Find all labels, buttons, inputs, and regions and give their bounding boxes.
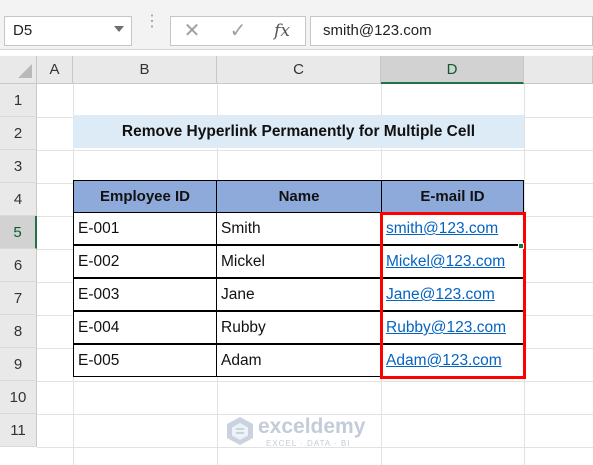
row-header-6[interactable]: 6 (0, 249, 37, 282)
column-header-d[interactable]: D (381, 56, 524, 84)
cell-name[interactable]: Mickel (216, 245, 382, 278)
column-header-a[interactable]: A (37, 56, 73, 84)
row-header-3[interactable]: 3 (0, 150, 37, 183)
watermark: exceldemy EXCEL · DATA · BI (226, 412, 376, 452)
enter-icon[interactable]: ✓ (225, 19, 251, 43)
insert-function-icon[interactable]: fx (269, 19, 295, 43)
formula-buttons: ✕ ✓ fx (170, 16, 306, 46)
highlight-box (380, 212, 526, 379)
cell-name[interactable]: Jane (216, 278, 382, 311)
gridline (37, 381, 593, 382)
header-employee-id[interactable]: Employee ID (73, 180, 217, 213)
row-header-10[interactable]: 10 (0, 381, 37, 414)
cell-employee-id[interactable]: E-004 (73, 311, 217, 344)
watermark-tagline: EXCEL · DATA · BI (266, 439, 351, 448)
exceldemy-logo-icon (227, 417, 253, 445)
row-header-5[interactable]: 5 (0, 216, 37, 249)
chevron-down-icon[interactable] (114, 26, 124, 32)
header-name[interactable]: Name (216, 180, 382, 213)
row-header-1[interactable]: 1 (0, 84, 37, 117)
cell-employee-id[interactable]: E-003 (73, 278, 217, 311)
gridline (37, 150, 593, 151)
cell-employee-id[interactable]: E-005 (73, 344, 217, 377)
column-header-e[interactable] (524, 56, 593, 84)
row-header-7[interactable]: 7 (0, 282, 37, 315)
row-header-9[interactable]: 9 (0, 348, 37, 381)
formula-input[interactable]: smith@123.com (310, 16, 593, 46)
select-all-triangle-icon (18, 64, 32, 78)
row-header-2[interactable]: 2 (0, 117, 37, 150)
name-box[interactable]: D5 (4, 16, 132, 46)
cell-name[interactable]: Smith (216, 212, 382, 245)
row-header-8[interactable]: 8 (0, 315, 37, 348)
row-header-4[interactable]: 4 (0, 183, 37, 216)
row-header-11[interactable]: 11 (0, 414, 37, 447)
more-options-icon[interactable]: ⋮ (144, 14, 160, 44)
column-header-b[interactable]: B (73, 56, 217, 84)
cell-name[interactable]: Adam (216, 344, 382, 377)
cell-employee-id[interactable]: E-002 (73, 245, 217, 278)
cell-employee-id[interactable]: E-001 (73, 212, 217, 245)
column-header-c[interactable]: C (217, 56, 381, 84)
cancel-icon[interactable]: ✕ (179, 19, 205, 43)
header-email-id[interactable]: E-mail ID (381, 180, 524, 213)
cell-name[interactable]: Rubby (216, 311, 382, 344)
sheet-title[interactable]: Remove Hyperlink Permanently for Multipl… (73, 115, 524, 148)
watermark-name: exceldemy (258, 415, 366, 438)
fill-handle[interactable] (518, 243, 524, 249)
